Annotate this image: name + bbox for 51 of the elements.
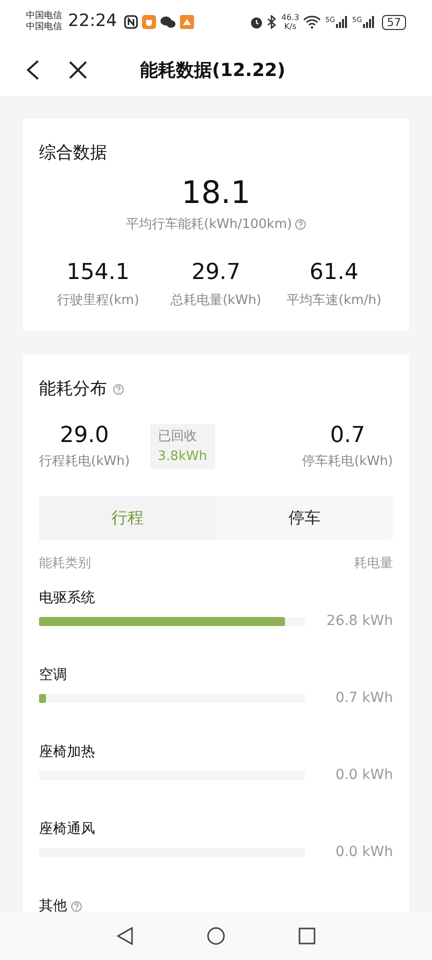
average-consumption-value: 18.1	[180, 174, 252, 212]
bluetooth-icon	[267, 15, 278, 29]
speed-unit: K/s	[284, 22, 296, 31]
column-header: 耗电量	[354, 554, 393, 572]
section-title: 综合数据	[39, 142, 108, 165]
app-icon	[180, 15, 194, 29]
signal-icon	[336, 16, 348, 28]
signal-icon	[363, 16, 375, 28]
category-name: 其他	[39, 897, 67, 912]
stat-value: 154.1	[66, 259, 130, 287]
alarm-icon	[250, 16, 264, 28]
close-icon[interactable]	[68, 60, 88, 80]
category-name: 空调	[39, 666, 67, 684]
nfc-icon	[124, 15, 138, 29]
carrier-name: 中国电信	[26, 11, 62, 22]
consumption-reading: 26.8 kWh	[326, 612, 393, 631]
chat-icon	[160, 15, 176, 29]
consumption-reading: 0.0 kWh	[335, 766, 393, 785]
stat-value: 29.7	[192, 259, 240, 287]
recovered-value: 3.8kWh	[158, 448, 208, 466]
stat-label: 总耗电量(kWh)	[170, 292, 262, 310]
network-speed: 46.3	[281, 13, 300, 22]
help-icon	[295, 218, 306, 230]
consumption-label: 行程耗电(kWh)	[39, 453, 130, 471]
back-icon[interactable]	[26, 59, 40, 81]
clock-time: 22:24	[68, 10, 117, 34]
category-name: 座椅通风	[39, 820, 95, 838]
stat-label: 平均车速(km/h)	[286, 292, 382, 310]
consumption-reading: 0.7 kWh	[335, 689, 393, 708]
tab[interactable]: 停车	[216, 496, 393, 540]
category-name: 电驱系统	[39, 589, 95, 607]
consumption-label: 停车耗电(kWh)	[302, 453, 393, 471]
consumption-reading: 0.0 kWh	[335, 843, 393, 862]
page-title: 能耗数据(12.22)	[140, 58, 286, 82]
stat-label: 行驶里程(km)	[56, 292, 140, 310]
help-icon	[113, 384, 124, 395]
column-header: 能耗类别	[39, 554, 91, 572]
app-icon	[142, 15, 156, 29]
back-icon[interactable]	[116, 927, 134, 945]
recents-icon[interactable]	[298, 927, 316, 945]
battery-level: 57	[382, 14, 406, 30]
section-title: 能耗分布	[39, 378, 107, 400]
consumption-value: 29.0	[60, 422, 109, 450]
recovered-label: 已回收	[158, 428, 198, 446]
consumption-value: 0.7	[330, 422, 366, 450]
average-consumption-label: 平均行车能耗(kWh/100km)	[126, 216, 292, 234]
home-icon[interactable]	[206, 927, 225, 945]
wifi-icon	[303, 15, 322, 29]
stat-value: 61.4	[310, 259, 358, 287]
category-name: 座椅加热	[39, 743, 95, 761]
carrier-name: 中国电信	[26, 22, 62, 33]
